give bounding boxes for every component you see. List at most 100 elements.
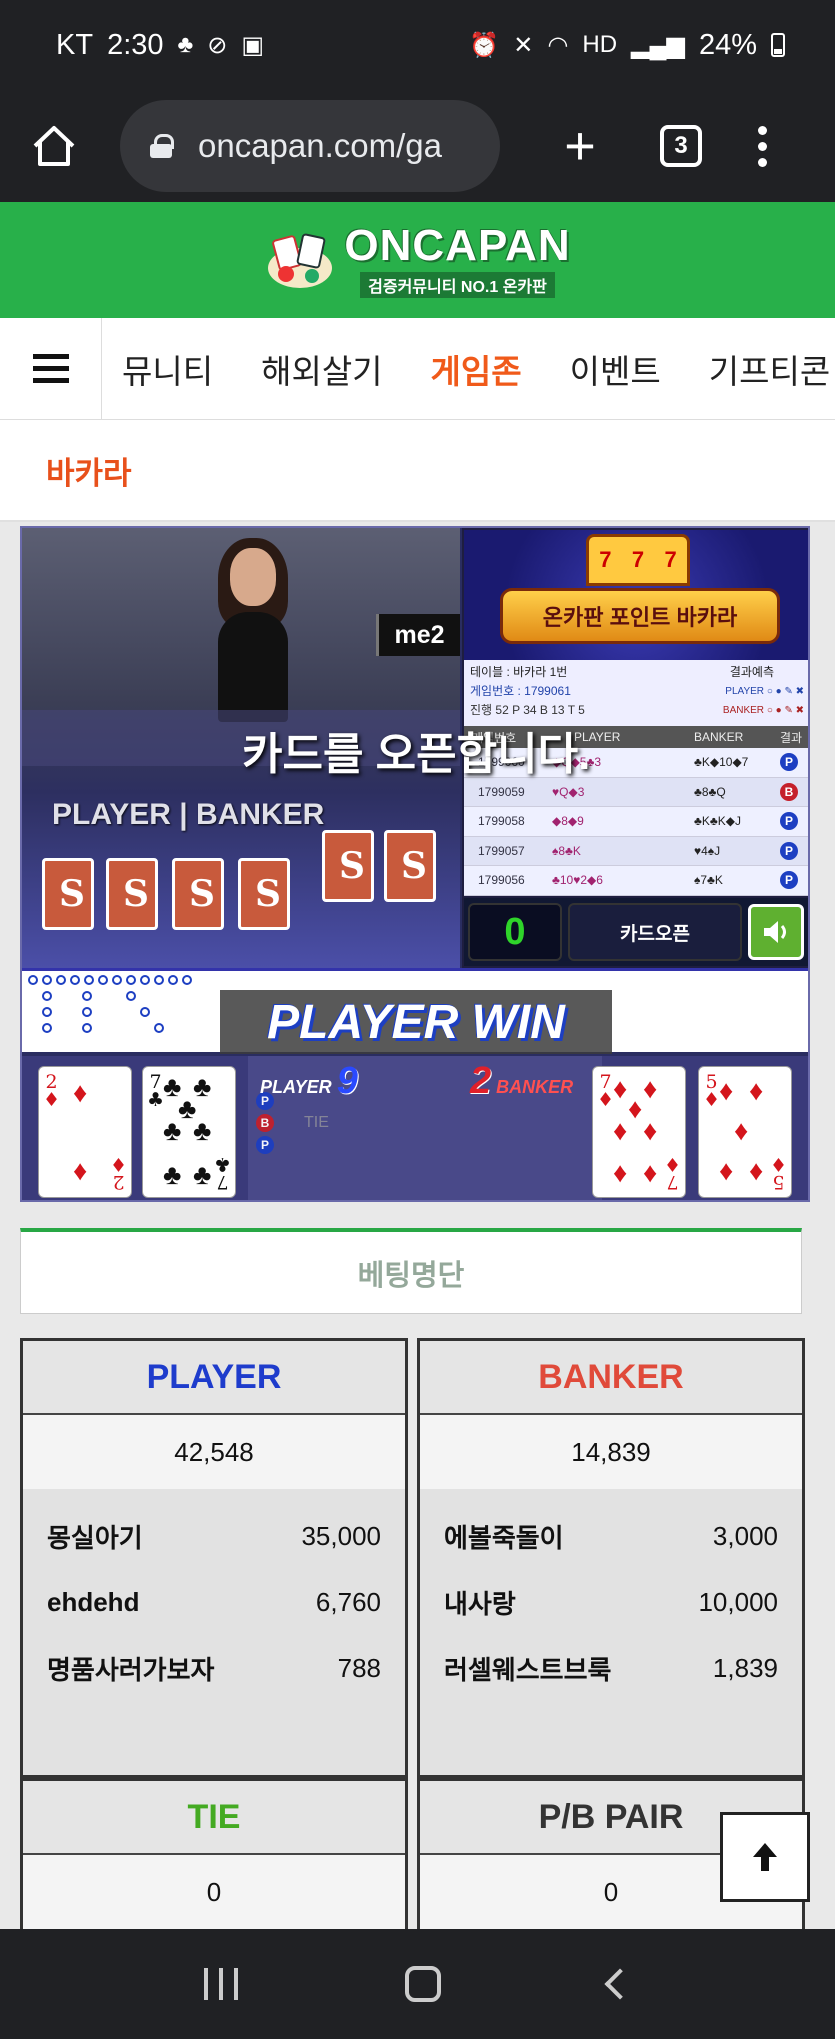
status-bar: KT 2:30 ♣ ⊘ ▣ ⏰ ✕ ◠ HD ▂▄▆ 24% — [0, 0, 835, 90]
result-badge: P — [780, 812, 798, 831]
hamburger-menu-button[interactable] — [0, 318, 102, 419]
hd-icon: HD — [582, 31, 618, 58]
url-text: oncapan.com/ga — [198, 127, 443, 164]
betting-list-header: 베팅명단 — [20, 1228, 802, 1314]
player-score-label: PLAYER 9 — [260, 1060, 358, 1102]
bet-entry: 내사랑 10,000 — [444, 1586, 778, 1619]
nav-item-gifticon[interactable]: 기프티콘 — [709, 345, 830, 393]
promo-title: 온카판 포인트 바카라 — [500, 588, 780, 644]
dealt-cards: 2 ♦ ♦ ♦ 2 ♦ 7 ♣ ♣ ♣ ♣ ♣ ♣ ♣ ♣ 7 ♣ P B P TIE … — [22, 1056, 808, 1200]
mute-icon: ⊘ — [207, 31, 228, 59]
table-name: 테이블 : 바카라 1번 — [470, 665, 568, 679]
logo-title: ONCAPAN — [344, 220, 571, 270]
back-button[interactable] — [604, 1968, 636, 2000]
player-card-2: 7 ♣ ♣ ♣ ♣ ♣ ♣ ♣ ♣ 7 ♣ — [142, 1066, 236, 1198]
bet-entry: 몽실아기 35,000 — [47, 1520, 381, 1553]
logo-cards-icon — [268, 233, 333, 288]
browser-menu-button[interactable] — [758, 125, 767, 167]
tie-bet-total: 0 — [23, 1855, 405, 1929]
wifi-icon: ◠ — [547, 31, 569, 59]
nav-item-overseas[interactable]: 해외살기 — [261, 345, 382, 393]
result-badge: B — [780, 782, 798, 801]
recents-button[interactable] — [203, 1968, 238, 2000]
card-back — [42, 858, 94, 930]
betting-list-title: 베팅명단 — [357, 1259, 465, 1292]
arrow-up-icon — [753, 1843, 777, 1871]
sound-toggle-button[interactable] — [748, 904, 804, 960]
card-open-button[interactable]: 카드오픈 — [568, 903, 742, 961]
dealer-tag: me2 — [376, 614, 460, 656]
forecast-banker-label: BANKER — [722, 705, 765, 716]
site-logo[interactable]: ONCAPAN 검증커뮤니티 NO.1 온카판 — [264, 220, 571, 298]
forecast-banker-options[interactable]: ○ ● ✎ ✖ — [767, 705, 804, 716]
banker-bet-header: BANKER — [420, 1341, 802, 1415]
banker-bet-list: 에볼죽돌이 3,000 내사랑 10,000 러셀웨스트브룩 1,839 — [420, 1489, 802, 1701]
url-bar[interactable]: oncapan.com/ga — [120, 100, 500, 192]
forecast-label: 결과예측 — [729, 665, 774, 679]
bet-entry: 명품사러가보자 788 — [47, 1652, 381, 1685]
banker-bet-panel: BANKER 14,839 에볼죽돌이 3,000 내사랑 10,000 러셀웨… — [417, 1338, 805, 1778]
baccarat-game: me2 PLAYER | BANKER 카드를 오픈합니다. 777 온카판 포… — [20, 526, 810, 1202]
banker-score: 2 — [470, 1060, 492, 1102]
carrier-label: KT — [56, 28, 94, 61]
card-back — [322, 830, 374, 902]
game-controls: 0 카드오픈 — [464, 898, 808, 966]
page-title: 바카라 — [46, 455, 132, 491]
home-button[interactable] — [24, 116, 84, 176]
player-bet-list: 몽실아기 35,000 ehdehd 6,760 명품사러가보자 788 — [23, 1489, 405, 1701]
site-header: ONCAPAN 검증커뮤니티 NO.1 온카판 — [0, 202, 835, 318]
screenshot-icon: ▣ — [241, 31, 265, 59]
overlay-message: 카드를 오픈합니다. — [242, 730, 591, 779]
nav-item-community[interactable]: 뮤니티 — [122, 345, 213, 393]
bet-entry: ehdehd 6,760 — [47, 1586, 381, 1617]
speaker-icon — [764, 921, 786, 943]
point-score: 0 — [468, 903, 562, 961]
status-right: ⏰ ✕ ◠ HD ▂▄▆ 24% — [469, 29, 785, 62]
bet-entry: 에볼죽돌이 3,000 — [444, 1520, 778, 1553]
lock-icon — [150, 134, 174, 158]
alarm-icon: ⏰ — [469, 31, 500, 59]
card-back — [238, 858, 290, 930]
slot-machine-icon: 777 — [586, 534, 690, 586]
game-number: 게임번호 : 1799061 — [470, 684, 571, 698]
history-row: 1799056 ♣10♥2◆6 ♠7♣K P — [464, 866, 808, 896]
browser-toolbar: oncapan.com/ga + 3 — [0, 90, 835, 202]
tie-board-label: TIE — [304, 1114, 329, 1131]
player-card-1: 2 ♦ ♦ ♦ 2 ♦ — [38, 1066, 132, 1198]
result-badge: P — [780, 871, 798, 890]
banker-card-1: 7 ♦ ♦ ♦ ♦ ♦ ♦ ♦ ♦ 7 ♦ — [592, 1066, 686, 1198]
banker-score-label: 2 BANKER — [470, 1060, 574, 1102]
card-back — [172, 858, 224, 930]
nav-item-event[interactable]: 이벤트 — [570, 345, 661, 393]
result-badge: P — [780, 753, 798, 772]
tie-bet-header: TIE — [23, 1781, 405, 1855]
win-banner: PLAYER WIN — [220, 990, 612, 1054]
new-tab-button[interactable]: + — [550, 115, 610, 177]
history-row: 1799058 ◆8◆9 ♣K♣K◆J P — [464, 807, 808, 837]
history-row: 1799057 ♠8♣K ♥4♠J P — [464, 836, 808, 866]
forecast-player-label: PLAYER — [725, 686, 765, 697]
result-badge: P — [780, 841, 798, 860]
card-back — [106, 858, 158, 930]
nav-item-gamezone[interactable]: 게임존 — [431, 345, 522, 393]
system-nav-bar — [0, 1929, 835, 2039]
player-score: 9 — [336, 1060, 358, 1102]
main-nav: 뮤니티 해외살기 게임존 이벤트 기프티콘 — [0, 318, 835, 420]
home-nav-button[interactable] — [405, 1966, 442, 2002]
notification-icon: ♣ — [177, 31, 194, 58]
battery-icon — [771, 33, 785, 57]
player-bet-total: 42,548 — [23, 1415, 405, 1489]
promo-banner: 777 온카판 포인트 바카라 — [464, 530, 808, 660]
player-bet-header: PLAYER — [23, 1341, 405, 1415]
signal-icon: ▂▄▆ — [631, 31, 685, 59]
status-left: KT 2:30 ♣ ⊘ ▣ — [56, 29, 264, 62]
bet-entry: 러셀웨스트브룩 1,839 — [444, 1652, 778, 1685]
page-title-bar: 바카라 — [0, 420, 835, 522]
scroll-top-button[interactable] — [720, 1812, 810, 1902]
logo-subtitle: 검증커뮤니티 NO.1 온카판 — [360, 271, 555, 298]
nav-items: 뮤니티 해외살기 게임존 이벤트 기프티콘 — [122, 345, 835, 393]
forecast-player-options[interactable]: ○ ● ✎ ✖ — [767, 686, 804, 697]
banker-card-2: 5 ♦ ♦ ♦ ♦ ♦ ♦ 5 ♦ — [698, 1066, 792, 1198]
table-pb-label: PLAYER | BANKER — [52, 798, 325, 831]
tab-switcher-button[interactable]: 3 — [660, 125, 702, 167]
